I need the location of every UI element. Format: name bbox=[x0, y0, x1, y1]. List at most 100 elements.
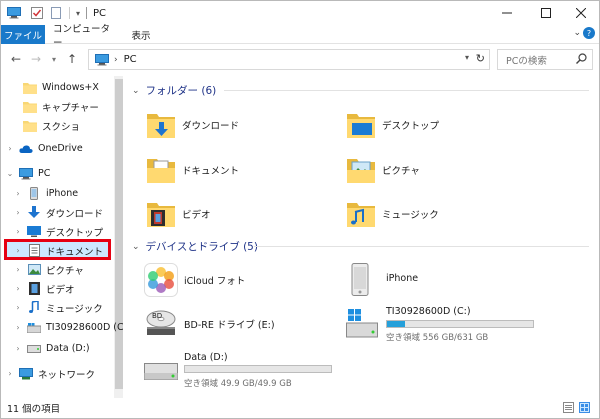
sidebar-item-music[interactable]: › ミュージック bbox=[13, 298, 103, 317]
phone-icon bbox=[27, 187, 41, 201]
search-input[interactable]: PCの検索 bbox=[497, 49, 593, 70]
device-c-drive[interactable]: TI30928600D (C:) 空き領域 556 GB/631 GB bbox=[346, 305, 596, 343]
sidebar-item-network[interactable]: › ネットワーク bbox=[5, 364, 95, 383]
document-icon bbox=[27, 244, 41, 258]
ribbon-tabs: ファイル コンピューター 表示 ⌄ ? bbox=[1, 24, 599, 49]
icloud-photos-icon bbox=[144, 263, 178, 300]
divider bbox=[224, 90, 589, 91]
recent-locations-icon[interactable]: ▾ bbox=[47, 52, 61, 66]
folder-icon bbox=[23, 119, 37, 133]
scrollbar-thumb[interactable] bbox=[115, 79, 123, 389]
sidebar-item-downloads[interactable]: › ダウンロード bbox=[13, 203, 103, 222]
chevron-right-icon[interactable]: › bbox=[13, 265, 23, 274]
sidebar-item-capture[interactable]: キャプチャー bbox=[9, 97, 99, 116]
properties-icon[interactable] bbox=[31, 1, 43, 25]
chevron-right-icon[interactable]: › bbox=[114, 55, 118, 65]
explorer-window: ▾ PC ファイル コンピューター 表示 ⌄ ? ← → ▾ ↑ › PC ▾ … bbox=[0, 0, 600, 419]
devices-group-header[interactable]: ⌄ デバイスとドライブ (5) bbox=[132, 239, 258, 254]
chevron-right-icon[interactable]: › bbox=[13, 208, 23, 217]
pictures-icon bbox=[27, 263, 41, 277]
cloud-icon bbox=[19, 142, 33, 156]
chevron-right-icon[interactable]: › bbox=[13, 303, 23, 312]
drive-icon bbox=[27, 342, 41, 356]
status-bar: 11 個の項目 bbox=[1, 398, 599, 418]
folder-pictures[interactable]: ピクチャ bbox=[346, 152, 420, 188]
navigation-pane: Windows+X キャプチャー スクショ › OneDrive ⌄ PC › … bbox=[1, 76, 123, 398]
search-placeholder: PCの検索 bbox=[506, 55, 547, 67]
folders-group-header[interactable]: ⌄ フォルダー (6) bbox=[132, 83, 216, 98]
windows-drive-icon bbox=[27, 321, 41, 335]
folder-desktop[interactable]: デスクトップ bbox=[346, 107, 439, 143]
sidebar-item-pictures[interactable]: › ピクチャ bbox=[13, 260, 84, 279]
download-folder-icon bbox=[146, 110, 176, 140]
chevron-right-icon[interactable]: › bbox=[13, 227, 23, 236]
chevron-right-icon[interactable]: › bbox=[13, 284, 23, 293]
chevron-right-icon[interactable]: › bbox=[5, 144, 15, 153]
music-folder-icon bbox=[346, 199, 376, 229]
forward-arrow-icon[interactable]: → bbox=[29, 52, 43, 66]
download-icon bbox=[27, 206, 41, 220]
divider bbox=[254, 246, 589, 247]
close-button[interactable] bbox=[563, 1, 599, 25]
chevron-down-icon[interactable]: ▾ bbox=[465, 53, 469, 62]
chevron-down-icon[interactable]: ⌄ bbox=[132, 86, 140, 96]
sidebar-item-documents[interactable]: › ドキュメント bbox=[13, 241, 103, 260]
storage-bar bbox=[386, 320, 534, 328]
back-arrow-icon[interactable]: ← bbox=[9, 52, 23, 66]
maximize-button[interactable] bbox=[528, 1, 564, 25]
sidebar-item-d-drive[interactable]: › Data (D:) bbox=[13, 339, 89, 358]
expand-ribbon-icon[interactable]: ⌄ bbox=[573, 28, 581, 38]
pc-icon[interactable] bbox=[7, 1, 21, 25]
window-title: PC bbox=[93, 7, 107, 19]
chevron-right-icon[interactable]: › bbox=[13, 246, 23, 255]
desktop-folder-icon bbox=[346, 110, 376, 140]
network-icon bbox=[19, 367, 33, 381]
folder-videos[interactable]: ビデオ bbox=[146, 196, 211, 232]
tab-view[interactable]: 表示 bbox=[121, 25, 161, 44]
hdd-icon bbox=[144, 363, 178, 384]
free-space-text: 空き領域 556 GB/631 GB bbox=[386, 333, 489, 343]
breadcrumb[interactable]: PC bbox=[124, 54, 137, 65]
chevron-right-icon[interactable]: › bbox=[5, 369, 15, 378]
iphone-device-icon bbox=[350, 263, 370, 300]
chevron-right-icon[interactable]: › bbox=[13, 344, 23, 353]
sidebar-item-screenshot[interactable]: スクショ bbox=[9, 116, 80, 135]
sidebar-item-iphone[interactable]: › iPhone bbox=[13, 184, 78, 203]
pc-icon bbox=[95, 53, 109, 66]
tab-file[interactable]: ファイル bbox=[1, 25, 45, 44]
video-icon bbox=[27, 282, 41, 296]
chevron-right-icon[interactable]: › bbox=[13, 189, 23, 198]
tab-computer[interactable]: コンピューター bbox=[53, 24, 119, 49]
up-arrow-icon[interactable]: ↑ bbox=[65, 52, 79, 66]
sidebar-item-c-drive[interactable]: › TI30928600D (C:) bbox=[13, 318, 123, 337]
sidebar-item-desktop[interactable]: › デスクトップ bbox=[13, 222, 103, 241]
minimize-button[interactable] bbox=[489, 1, 525, 25]
address-bar[interactable]: › PC ▾ ↻ bbox=[88, 49, 490, 70]
large-icons-view-icon[interactable] bbox=[579, 402, 590, 413]
storage-bar-fill bbox=[387, 321, 405, 327]
device-icloud-photos[interactable]: iCloud フォト bbox=[144, 261, 324, 299]
device-d-drive[interactable]: Data (D:) 空き領域 49.9 GB/49.9 GB bbox=[144, 349, 364, 389]
search-icon[interactable] bbox=[576, 53, 587, 67]
device-iphone[interactable]: iPhone bbox=[350, 261, 550, 299]
chevron-down-icon[interactable]: ▾ bbox=[76, 9, 80, 18]
folder-icon bbox=[23, 100, 37, 114]
chevron-down-icon[interactable]: ⌄ bbox=[5, 169, 15, 178]
chevron-down-icon[interactable]: ⌄ bbox=[132, 242, 140, 252]
sidebar-item-onedrive[interactable]: › OneDrive bbox=[5, 139, 82, 158]
chevron-right-icon[interactable]: › bbox=[13, 323, 23, 332]
folder-downloads[interactable]: ダウンロード bbox=[146, 107, 239, 143]
folder-music[interactable]: ミュージック bbox=[346, 196, 439, 232]
content-pane: ⌄ フォルダー (6) ダウンロード デスクトップ ドキュメント ピクチャ ビデ… bbox=[124, 76, 599, 398]
details-view-icon[interactable] bbox=[563, 402, 574, 413]
storage-bar bbox=[184, 365, 332, 373]
sidebar-item-windowsx[interactable]: Windows+X bbox=[9, 78, 99, 97]
bd-drive-icon: BD bbox=[144, 305, 178, 342]
sidebar-item-videos[interactable]: › ビデオ bbox=[13, 279, 75, 298]
sidebar-item-pc[interactable]: ⌄ PC bbox=[5, 164, 50, 183]
device-bd-drive[interactable]: BD BD-RE ドライブ (E:) bbox=[144, 305, 324, 343]
refresh-icon[interactable]: ↻ bbox=[476, 52, 485, 65]
music-icon bbox=[27, 301, 41, 315]
help-icon[interactable]: ? bbox=[583, 27, 595, 39]
folder-documents[interactable]: ドキュメント bbox=[146, 152, 239, 188]
